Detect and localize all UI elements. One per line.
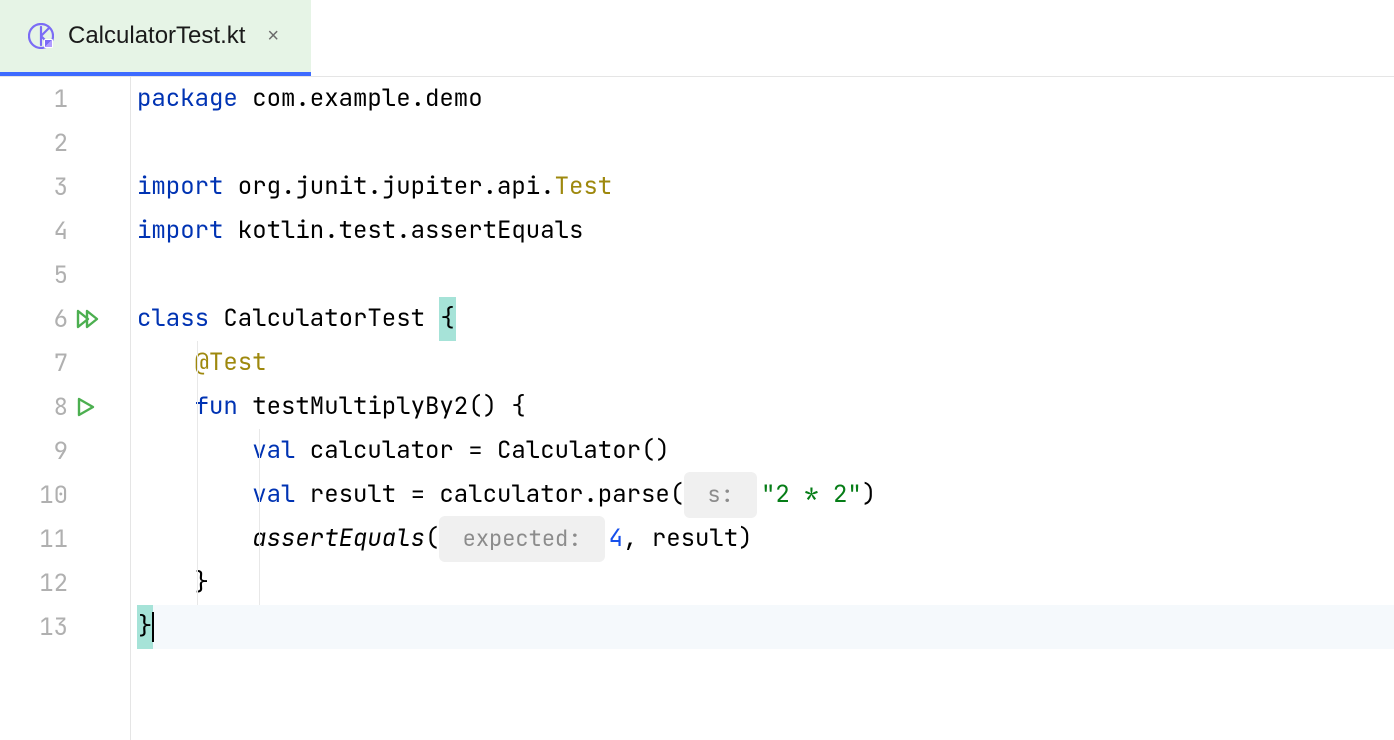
gutter-row[interactable]: 3: [0, 165, 130, 209]
code-line[interactable]: [137, 253, 1394, 297]
code-line[interactable]: }: [137, 561, 1394, 605]
brace-match: }: [137, 605, 153, 649]
gutter-row[interactable]: 9: [0, 429, 130, 473]
indent-guide: [259, 429, 260, 605]
line-number: 1: [0, 84, 68, 115]
gutter-row[interactable]: 8: [0, 385, 130, 429]
line-number: 12: [0, 568, 68, 599]
tab-bar: CalculatorTest.kt ×: [0, 0, 1394, 77]
code-line[interactable]: import org.junit.jupiter.api.Test: [137, 165, 1394, 209]
line-number: 6: [0, 304, 68, 335]
gutter-row[interactable]: 2: [0, 121, 130, 165]
editor-tab[interactable]: CalculatorTest.kt ×: [0, 0, 311, 76]
line-number: 3: [0, 172, 68, 203]
code-line[interactable]: val calculator = Calculator(): [137, 429, 1394, 473]
cursor-caret: [152, 612, 154, 642]
line-number: 4: [0, 216, 68, 247]
brace-match: {: [439, 297, 455, 341]
line-number: 8: [0, 392, 68, 423]
line-number: 5: [0, 260, 68, 291]
gutter-row[interactable]: 7: [0, 341, 130, 385]
gutter-row[interactable]: 6: [0, 297, 130, 341]
gutter-row[interactable]: 4: [0, 209, 130, 253]
run-icon[interactable]: [76, 397, 96, 417]
gutter-row[interactable]: 5: [0, 253, 130, 297]
code-line[interactable]: fun testMultiplyBy2() {: [137, 385, 1394, 429]
code-line-current[interactable]: }: [137, 605, 1394, 649]
parameter-hint: expected:: [439, 516, 604, 562]
gutter-row[interactable]: 13: [0, 605, 130, 649]
code-line[interactable]: class CalculatorTest {: [137, 297, 1394, 341]
gutter: 1 2 3 4 5 6 7 8 9 10 11 12 13: [0, 77, 131, 740]
close-icon[interactable]: ×: [263, 21, 283, 52]
line-number: 11: [0, 524, 68, 555]
code-line[interactable]: assertEquals( expected: 4, result): [137, 517, 1394, 561]
line-number: 9: [0, 436, 68, 467]
line-number: 2: [0, 128, 68, 159]
line-number: 13: [0, 612, 68, 643]
gutter-row[interactable]: 11: [0, 517, 130, 561]
kotlin-file-icon: [28, 23, 54, 49]
code-line[interactable]: val result = calculator.parse( s: "2 * 2…: [137, 473, 1394, 517]
code-line[interactable]: import kotlin.test.assertEquals: [137, 209, 1394, 253]
parameter-hint: s:: [684, 472, 757, 518]
run-all-icon[interactable]: [76, 309, 100, 329]
line-number: 7: [0, 348, 68, 379]
code-line[interactable]: package com.example.demo: [137, 77, 1394, 121]
code-line[interactable]: [137, 121, 1394, 165]
code-line[interactable]: @Test: [137, 341, 1394, 385]
gutter-row[interactable]: 1: [0, 77, 130, 121]
gutter-row[interactable]: 10: [0, 473, 130, 517]
tab-filename: CalculatorTest.kt: [68, 22, 245, 50]
gutter-row[interactable]: 12: [0, 561, 130, 605]
line-number: 10: [0, 480, 68, 511]
editor: 1 2 3 4 5 6 7 8 9 10 11 12 13: [0, 77, 1394, 740]
indent-guide: [197, 341, 198, 605]
code-area[interactable]: package com.example.demo import org.juni…: [131, 77, 1394, 740]
